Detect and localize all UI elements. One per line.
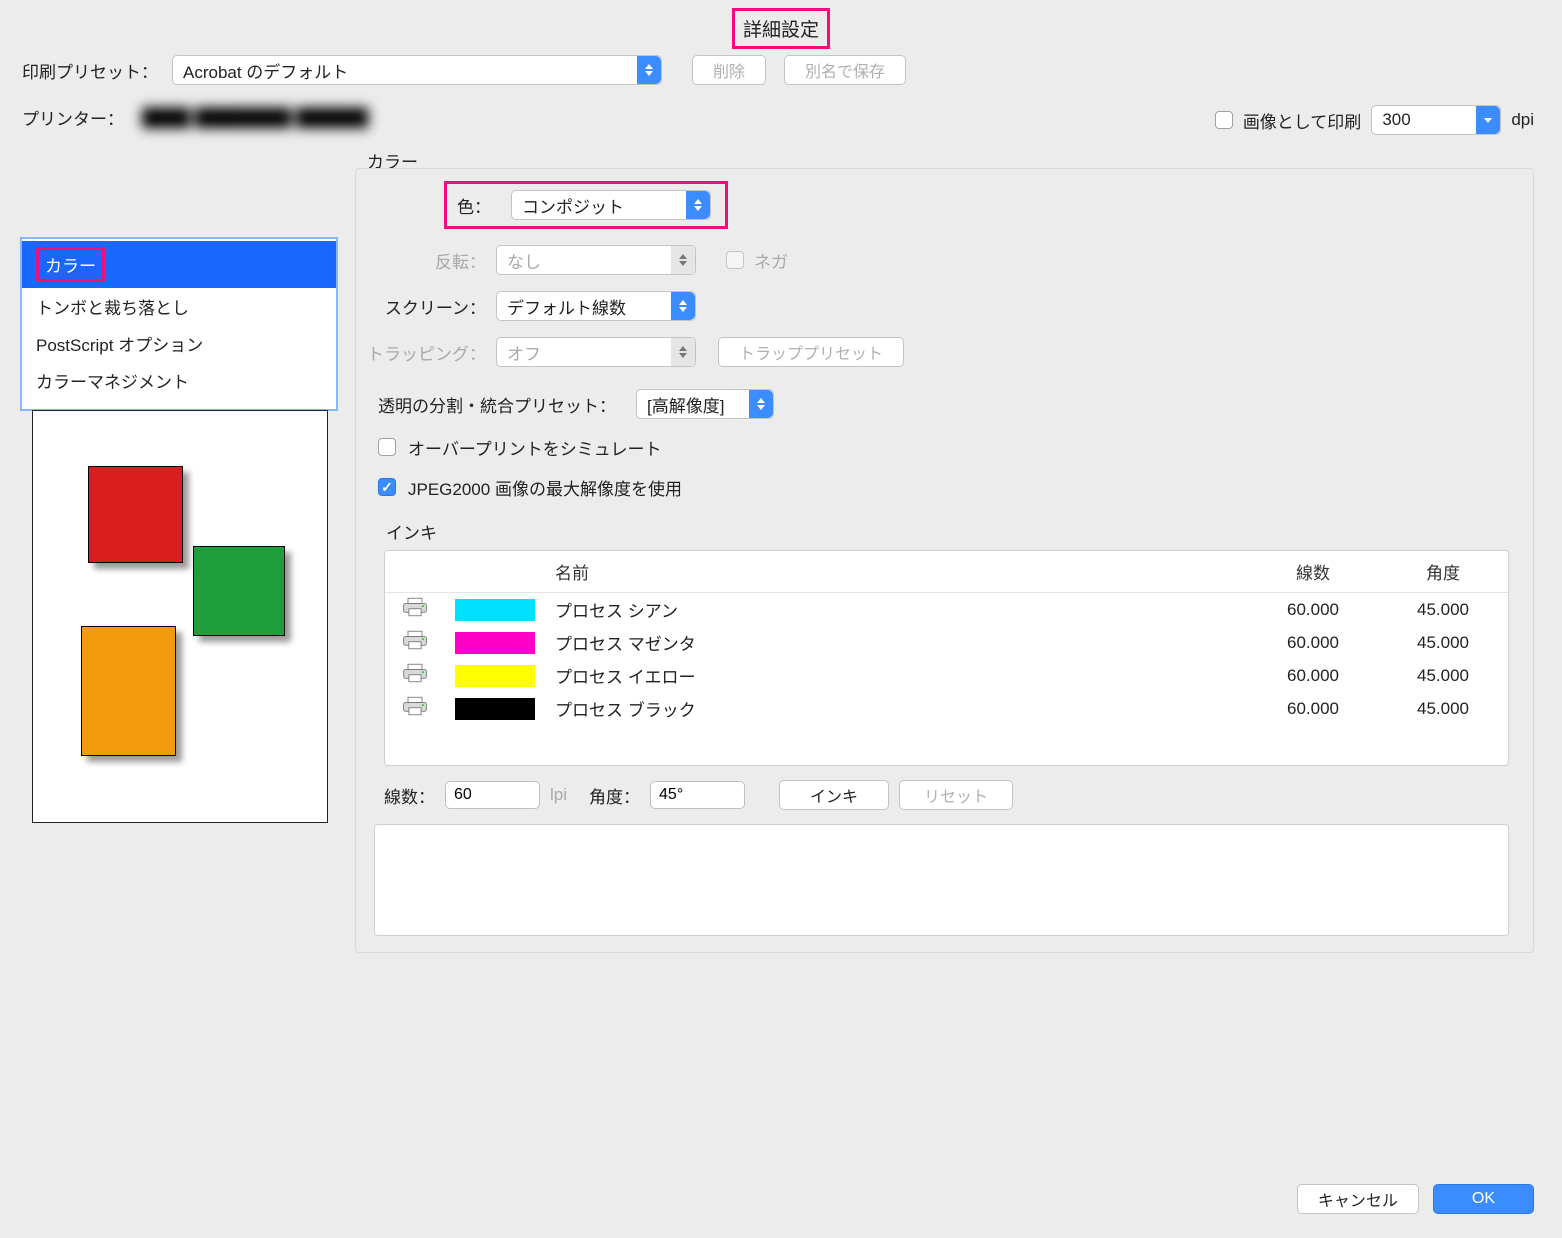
ink-freq: 60.000 [1248,692,1378,725]
printer-icon [401,636,429,655]
sidebar-list: カラー トンボと裁ち落とし PostScript オプション カラーマネジメント [20,237,338,411]
cancel-button[interactable]: キャンセル [1297,1184,1419,1214]
preset-select[interactable]: Acrobat のデフォルト [172,55,662,85]
freq-input[interactable] [445,781,540,809]
ink-name: プロセス イエロー [545,659,1248,692]
ink-row[interactable]: プロセス ブラック60.00045.000 [385,692,1508,725]
angle-label: 角度： [589,783,640,808]
ink-angle: 45.000 [1378,692,1508,725]
freq-label: 線数： [384,783,435,808]
reset-button: リセット [899,780,1013,810]
print-as-image-row: 画像として印刷 300 dpi [1215,105,1534,135]
trapping-label: トラッピング： [356,340,496,365]
overprint-label: オーバープリントをシミュレート [408,435,661,460]
ink-name: プロセス シアン [545,593,1248,627]
ink-section-label: インキ [386,519,1533,544]
screen-value: デフォルト線数 [507,294,626,319]
preset-value: Acrobat のデフォルト [183,58,348,83]
ink-table-container: 名前 線数 角度 プロセス シアン60.00045.000プロセス マゼンタ60… [384,550,1509,766]
nega-checkbox [726,251,744,269]
chevron-updown-icon [671,246,695,274]
ink-angle: 45.000 [1378,659,1508,692]
ink-swatch [455,599,535,621]
print-as-image-label: 画像として印刷 [1243,108,1362,133]
screen-select[interactable]: デフォルト線数 [496,291,696,321]
printer-name: ████ ████████ ██████ [142,108,368,128]
col-angle: 角度 [1378,551,1508,593]
ink-row[interactable]: プロセス イエロー60.00045.000 [385,659,1508,692]
sidebar-item-colormgmt[interactable]: カラーマネジメント [22,362,336,399]
screen-label: スクリーン： [356,294,496,319]
dpi-unit: dpi [1511,110,1534,130]
col-freq: 線数 [1248,551,1378,593]
ink-freq: 60.000 [1248,626,1378,659]
dialog-title: 詳細設定 [732,8,830,49]
chevron-down-icon [1476,106,1500,134]
printer-icon [401,603,429,622]
ink-swatch [455,665,535,687]
color-select-highlight: 色： コンポジット [444,181,728,229]
chevron-updown-icon [671,292,695,320]
preset-row: 印刷プリセット： Acrobat のデフォルト 削除 別名で保存 [22,55,906,85]
flatten-select[interactable]: [高解像度] [636,389,774,419]
sidebar-item-postscript[interactable]: PostScript オプション [22,325,336,362]
chevron-updown-icon [637,56,661,84]
color-label: 色： [457,193,501,218]
ink-freq: 60.000 [1248,593,1378,627]
save-as-button[interactable]: 別名で保存 [784,55,906,85]
sidebar-item-color[interactable]: カラー [22,241,336,288]
printer-icon [401,669,429,688]
sidebar-item-marks[interactable]: トンボと裁ち落とし [22,288,336,325]
preview-thumbnail [32,410,328,823]
flatten-label: 透明の分割・統合プリセット： [378,392,616,417]
jpeg2000-label: JPEG2000 画像の最大解像度を使用 [408,475,682,500]
nega-label: ネガ [754,248,788,273]
invert-label: 反転： [356,248,496,273]
lpi-label: lpi [550,785,567,805]
chevron-updown-icon [749,390,773,418]
chevron-updown-icon [686,191,710,219]
trapping-value: オフ [507,340,541,365]
ink-controls: 線数： lpi 角度： インキ リセット [384,780,1509,810]
overprint-checkbox[interactable] [378,438,396,456]
chevron-updown-icon [671,338,695,366]
ink-name: プロセス ブラック [545,692,1248,725]
ok-button[interactable]: OK [1433,1184,1534,1214]
angle-input[interactable] [650,781,745,809]
preset-label: 印刷プリセット： [22,58,158,83]
ink-name: プロセス マゼンタ [545,626,1248,659]
jpeg2000-checkbox[interactable] [378,478,396,496]
ink-row[interactable]: プロセス シアン60.00045.000 [385,593,1508,627]
color-select[interactable]: コンポジット [511,190,711,220]
printer-row: プリンター： ████ ████████ ██████ [22,105,368,130]
preview-orange-rect [81,626,176,756]
trapping-select: オフ [496,337,696,367]
col-name: 名前 [545,551,1248,593]
preview-red-rect [88,466,183,563]
print-as-image-checkbox[interactable] [1215,111,1233,129]
dpi-value: 300 [1382,110,1410,130]
ink-header-row: 名前 線数 角度 [385,551,1508,593]
preview-green-rect [193,546,285,636]
flatten-value: [高解像度] [647,392,724,417]
dialog-footer: キャンセル OK [1297,1184,1534,1214]
message-box [374,824,1509,936]
ink-angle: 45.000 [1378,593,1508,627]
delete-button[interactable]: 削除 [692,55,766,85]
printer-label: プリンター： [22,105,124,130]
color-panel: 色： コンポジット 反転： なし ネガ スクリーン： デフォルト線数 トラッピン… [355,168,1534,953]
ink-row[interactable]: プロセス マゼンタ60.00045.000 [385,626,1508,659]
ink-angle: 45.000 [1378,626,1508,659]
invert-select: なし [496,245,696,275]
dpi-select[interactable]: 300 [1371,105,1501,135]
ink-freq: 60.000 [1248,659,1378,692]
trap-preset-button: トラッププリセット [718,337,904,367]
ink-swatch [455,698,535,720]
invert-value: なし [507,248,541,273]
color-value: コンポジット [522,193,624,218]
printer-icon [401,702,429,721]
ink-swatch [455,632,535,654]
ink-button[interactable]: インキ [779,780,889,810]
